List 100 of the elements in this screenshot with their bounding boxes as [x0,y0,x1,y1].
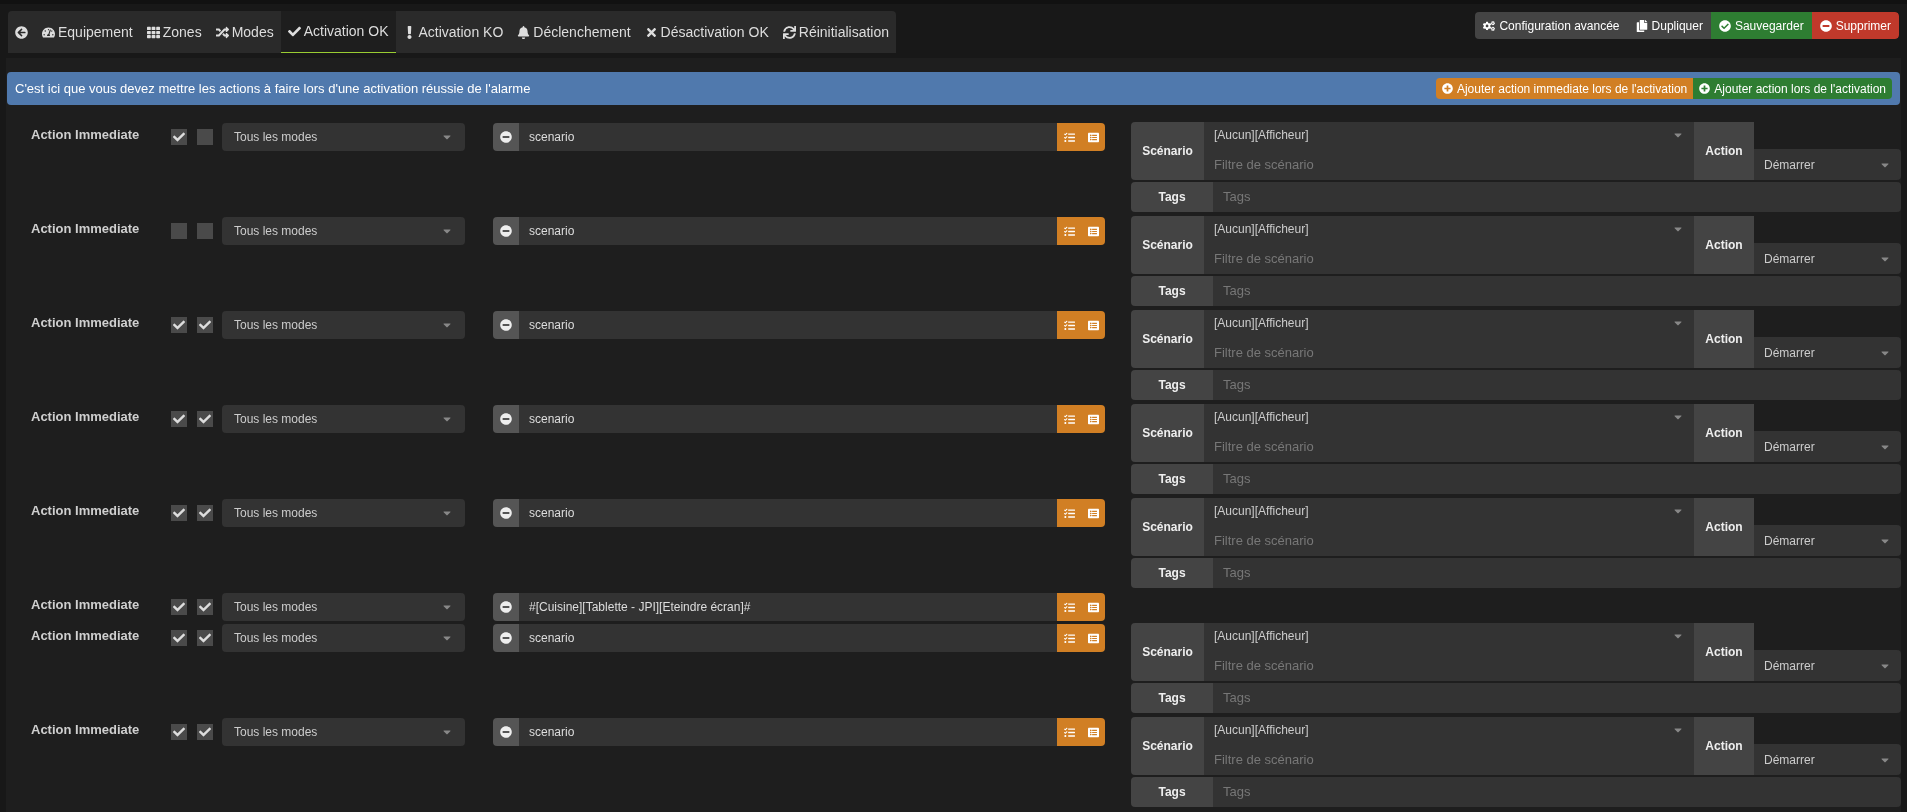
action-label: Action Immediate [31,408,141,427]
checkbox[interactable] [171,599,187,615]
list-button[interactable] [1081,405,1105,433]
list-button[interactable] [1081,311,1105,339]
checkbox[interactable] [197,505,213,521]
tab[interactable]: Equipement [35,11,140,53]
tags-label: Tags [1131,276,1213,306]
tab[interactable]: Déclenchement [510,11,638,53]
tags-label: Tags [1131,683,1213,713]
list-button[interactable] [1081,624,1105,652]
scenario-select[interactable]: [Aucun][Afficheur] [1204,404,1694,430]
scenario-filter-field[interactable]: Filtre de scénario [1204,743,1694,775]
checkbox[interactable] [197,129,213,145]
scenario-select[interactable]: [Aucun][Afficheur] [1204,498,1694,524]
list-button[interactable] [1081,593,1105,621]
scenario-select[interactable]: [Aucun][Afficheur] [1204,310,1694,336]
tags-field[interactable]: Tags [1213,276,1901,306]
tab[interactable]: Activation OK [280,11,396,53]
remove-button[interactable] [493,718,519,746]
add-action-button[interactable]: Ajouter action lors de l'activation [1693,78,1892,99]
checklist-icon [1063,507,1075,519]
command-field[interactable]: scenario [519,405,1057,433]
tab[interactable]: Activation KO [395,11,511,53]
tags-field[interactable]: Tags [1213,683,1901,713]
tags-field[interactable]: Tags [1213,464,1901,494]
remove-button[interactable] [493,499,519,527]
mode-select[interactable]: Tous les modes [222,405,465,433]
command-field[interactable]: scenario [519,311,1057,339]
tags-field[interactable]: Tags [1213,182,1901,212]
list-button[interactable] [1081,718,1105,746]
action-select[interactable]: Démarrer [1754,337,1901,368]
list-button[interactable] [1081,123,1105,151]
mode-select[interactable]: Tous les modes [222,123,465,151]
remove-button[interactable] [493,593,519,621]
toolbar-button[interactable]: Supprimer [1811,12,1899,39]
scenario-filter-field[interactable]: Filtre de scénario [1204,430,1694,462]
command-field[interactable]: scenario [519,499,1057,527]
checkbox[interactable] [171,129,187,145]
mode-select[interactable]: Tous les modes [222,593,465,621]
remove-button[interactable] [493,311,519,339]
action-select[interactable]: Démarrer [1754,744,1901,775]
scenario-filter-field[interactable]: Filtre de scénario [1204,336,1694,368]
remove-button[interactable] [493,217,519,245]
tab[interactable]: Zones [139,11,209,53]
scenario-select[interactable]: [Aucun][Afficheur] [1204,216,1694,242]
tab[interactable]: Réinitialisation [775,11,897,53]
toolbar-button[interactable]: Dupliquer [1627,12,1711,39]
checkbox[interactable] [197,223,213,239]
checkbox[interactable] [197,724,213,740]
scenario-filter-field[interactable]: Filtre de scénario [1204,242,1694,274]
checkbox[interactable] [197,599,213,615]
scenario-label: Scénario [1131,122,1204,180]
close-icon [644,25,658,39]
toolbar-button[interactable]: Sauvegarder [1710,12,1812,39]
command-field[interactable]: scenario [519,217,1057,245]
checkbox[interactable] [171,223,187,239]
tab[interactable]: Modes [208,11,281,53]
checkbox[interactable] [171,724,187,740]
remove-button[interactable] [493,624,519,652]
tags-field[interactable]: Tags [1213,558,1901,588]
command-field[interactable]: scenario [519,123,1057,151]
list-icon [1087,601,1099,613]
toolbar-button[interactable]: Configuration avancée [1475,12,1628,39]
scenario-filter-field[interactable]: Filtre de scénario [1204,524,1694,556]
checkbox[interactable] [171,505,187,521]
action-select[interactable]: Démarrer [1754,431,1901,462]
tags-field[interactable]: Tags [1213,777,1901,807]
command-field[interactable]: #[Cuisine][Tablette - JPI][Eteindre écran]# [519,593,1057,621]
checklist-icon [1063,131,1075,143]
mode-select[interactable]: Tous les modes [222,311,465,339]
checkbox[interactable] [197,411,213,427]
scenario-select[interactable]: [Aucun][Afficheur] [1204,122,1694,148]
checkbox[interactable] [171,317,187,333]
action-label: Action Immediate [31,220,141,239]
tab[interactable]: Désactivation OK [637,11,776,53]
checkbox[interactable] [171,411,187,427]
action-field-label: Action [1694,717,1754,775]
scenario-select[interactable]: [Aucun][Afficheur] [1204,717,1694,743]
scenario-select[interactable]: [Aucun][Afficheur] [1204,623,1694,649]
action-select[interactable]: Démarrer [1754,525,1901,556]
list-button[interactable] [1081,499,1105,527]
tags-field[interactable]: Tags [1213,370,1901,400]
action-select[interactable]: Démarrer [1754,650,1901,681]
command-field[interactable]: scenario [519,624,1057,652]
checkbox[interactable] [171,630,187,646]
remove-button[interactable] [493,405,519,433]
scenario-filter-field[interactable]: Filtre de scénario [1204,649,1694,681]
mode-select[interactable]: Tous les modes [222,499,465,527]
list-button[interactable] [1081,217,1105,245]
checkbox[interactable] [197,630,213,646]
action-select[interactable]: Démarrer [1754,149,1901,180]
remove-button[interactable] [493,123,519,151]
command-field[interactable]: scenario [519,718,1057,746]
mode-select[interactable]: Tous les modes [222,624,465,652]
bell-icon [517,25,531,39]
scenario-filter-field[interactable]: Filtre de scénario [1204,148,1694,180]
action-select[interactable]: Démarrer [1754,243,1901,274]
mode-select[interactable]: Tous les modes [222,718,465,746]
mode-select[interactable]: Tous les modes [222,217,465,245]
checkbox[interactable] [197,317,213,333]
